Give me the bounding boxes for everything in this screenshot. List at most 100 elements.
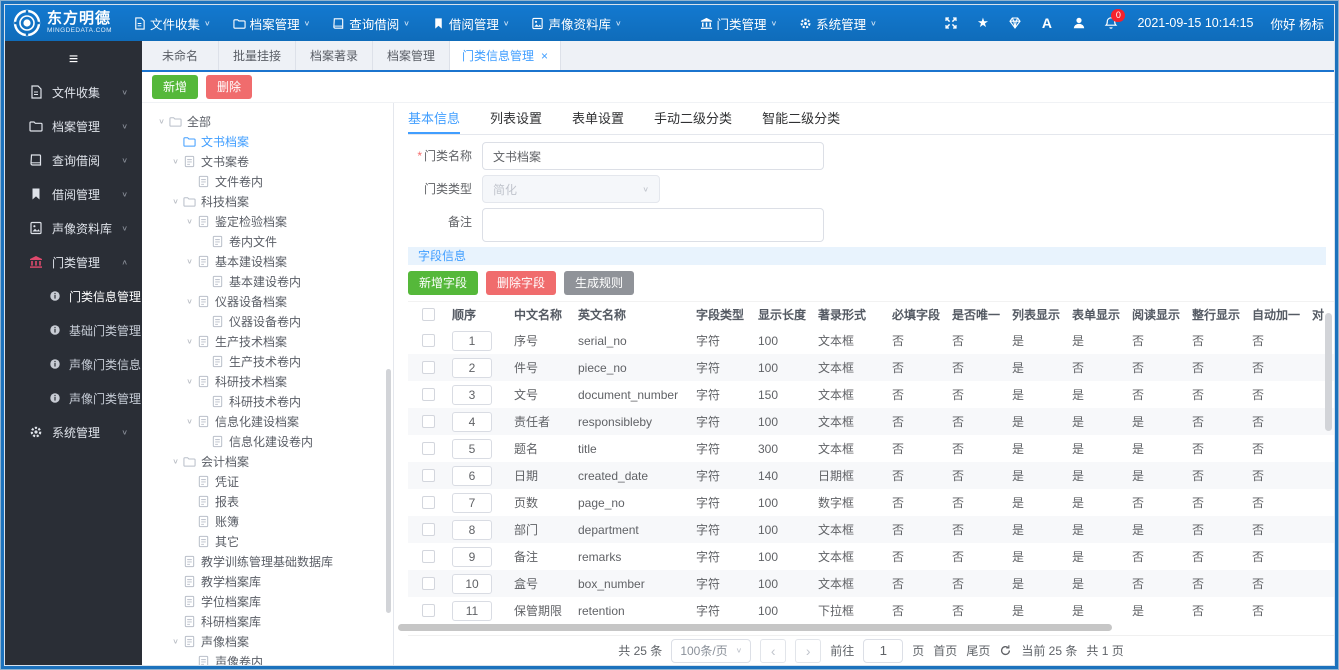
expand-arrow-icon[interactable]: ∨ — [182, 417, 197, 426]
tree-node[interactable]: 声像卷内 — [142, 651, 393, 665]
expand-arrow-icon[interactable]: ∨ — [182, 257, 197, 266]
remark-textarea[interactable] — [482, 208, 824, 242]
tab-manual-subclass[interactable]: 手动二级分类 — [654, 103, 732, 134]
order-input[interactable] — [452, 438, 492, 459]
tab-list-settings[interactable]: 列表设置 — [490, 103, 542, 134]
row-checkbox[interactable] — [421, 415, 435, 428]
page-number-input[interactable] — [863, 638, 904, 663]
sidebar-subitem-category-info[interactable]: 门类信息管理 — [5, 279, 142, 313]
row-checkbox[interactable] — [421, 361, 435, 374]
topnav-query-borrow[interactable]: 查询借阅 ∨ — [332, 14, 410, 33]
sidebar-subitem-base-category[interactable]: 基础门类管理 — [5, 313, 142, 347]
fullscreen-icon[interactable] — [943, 16, 958, 31]
tree-node[interactable]: 卷内文件 — [142, 231, 393, 251]
expand-arrow-icon[interactable]: ∨ — [182, 377, 197, 386]
tab-form-settings[interactable]: 表单设置 — [572, 103, 624, 134]
tree-node[interactable]: 其它 — [142, 531, 393, 551]
expand-arrow-icon[interactable]: ∨ — [168, 197, 183, 206]
topnav-file-collect[interactable]: 文件收集 ∨ — [133, 14, 211, 33]
tab-archive-entry[interactable]: 档案著录 — [296, 41, 373, 70]
sidebar-item-borrow-manage[interactable]: 借阅管理 ∨ — [5, 177, 142, 211]
table-vertical-scrollbar[interactable] — [1325, 313, 1332, 431]
tree-node[interactable]: 文书档案 — [142, 131, 393, 151]
topnav-system-manage[interactable]: 系统管理 ∨ — [799, 14, 877, 33]
category-type-select[interactable]: 简化 ∨ — [482, 175, 660, 203]
order-input[interactable] — [452, 492, 492, 513]
order-input[interactable] — [452, 330, 492, 351]
tab-category-info-manage[interactable]: 门类信息管理 × — [450, 41, 562, 70]
row-checkbox[interactable] — [421, 469, 435, 482]
collapse-menu-icon[interactable]: ≡ — [5, 45, 142, 75]
gem-icon[interactable] — [1007, 16, 1022, 31]
order-input[interactable] — [452, 546, 492, 567]
sidebar-item-archive-manage[interactable]: 档案管理 ∨ — [5, 109, 142, 143]
sidebar-subitem-media-category-info[interactable]: 声像门类信息 — [5, 347, 142, 381]
close-icon[interactable]: × — [541, 49, 548, 63]
sidebar-subitem-media-category-manage[interactable]: 声像门类管理 — [5, 381, 142, 415]
select-all-checkbox[interactable] — [421, 308, 435, 321]
tree-node[interactable]: ∨ 全部 — [142, 111, 393, 131]
last-page-link[interactable]: 尾页 — [966, 642, 990, 659]
tree-node[interactable]: 科研技术卷内 — [142, 391, 393, 411]
tab-batch-attach[interactable]: 批量挂接 — [219, 41, 296, 70]
expand-arrow-icon[interactable]: ∨ — [168, 637, 183, 646]
tree-node[interactable]: 教学训练管理基础数据库 — [142, 551, 393, 571]
tree-node[interactable]: ∨ 仪器设备档案 — [142, 291, 393, 311]
order-input[interactable] — [452, 384, 492, 405]
tree-node[interactable]: ∨ 科技档案 — [142, 191, 393, 211]
delete-field-button[interactable]: 删除字段 — [486, 271, 557, 295]
row-checkbox[interactable] — [421, 496, 435, 509]
order-input[interactable] — [452, 600, 492, 621]
order-input[interactable] — [452, 519, 492, 540]
category-name-input[interactable] — [482, 142, 824, 170]
tab-basic-info[interactable]: 基本信息 — [408, 103, 461, 134]
sidebar-item-media-library[interactable]: 声像资料库 ∨ — [5, 211, 142, 245]
order-input[interactable] — [452, 465, 492, 486]
topnav-archive-manage[interactable]: 档案管理 ∨ — [232, 14, 310, 33]
tree-node[interactable]: 信息化建设卷内 — [142, 431, 393, 451]
tree-node[interactable]: 凭证 — [142, 471, 393, 491]
sidebar-item-category-manage[interactable]: 门类管理 ∧ — [5, 245, 142, 279]
tab-archive-manage[interactable]: 档案管理 — [373, 41, 450, 70]
tree-node[interactable]: 教学档案库 — [142, 571, 393, 591]
page-size-select[interactable]: 100条/页 ∨ — [671, 638, 752, 663]
favorite-star-icon[interactable]: ★ — [975, 15, 990, 31]
row-checkbox[interactable] — [421, 577, 435, 590]
table-horizontal-scrollbar[interactable] — [398, 624, 1112, 631]
order-input[interactable] — [452, 573, 492, 594]
row-checkbox[interactable] — [421, 388, 435, 401]
tree-node[interactable]: ∨ 信息化建设档案 — [142, 411, 393, 431]
tree-node[interactable]: ∨ 会计档案 — [142, 451, 393, 471]
expand-arrow-icon[interactable]: ∨ — [168, 457, 183, 466]
expand-arrow-icon[interactable]: ∨ — [168, 157, 183, 166]
tree-node[interactable]: 学位档案库 — [142, 591, 393, 611]
bell-icon[interactable]: 0 — [1103, 8, 1126, 31]
sidebar-item-file-collect[interactable]: 文件收集 ∨ — [5, 75, 142, 109]
expand-arrow-icon[interactable]: ∨ — [154, 117, 169, 126]
tree-node[interactable]: 账簿 — [142, 511, 393, 531]
row-checkbox[interactable] — [421, 604, 435, 617]
tree-node[interactable]: 基本建设卷内 — [142, 271, 393, 291]
tree-node[interactable]: ∨ 基本建设档案 — [142, 251, 393, 271]
expand-arrow-icon[interactable]: ∨ — [182, 337, 197, 346]
row-checkbox[interactable] — [421, 334, 435, 347]
row-checkbox[interactable] — [421, 523, 435, 536]
tree-node[interactable]: ∨ 鉴定检验档案 — [142, 211, 393, 231]
generate-rule-button[interactable]: 生成规则 — [564, 271, 635, 295]
tree-node[interactable]: 文件卷内 — [142, 171, 393, 191]
next-page-button[interactable]: › — [795, 638, 822, 663]
row-checkbox[interactable] — [421, 442, 435, 455]
user-icon[interactable] — [1071, 16, 1086, 31]
order-input[interactable] — [452, 357, 492, 378]
expand-arrow-icon[interactable]: ∨ — [182, 297, 197, 306]
prev-page-button[interactable]: ‹ — [760, 638, 787, 663]
tab-unnamed[interactable]: 未命名 — [142, 41, 219, 70]
tree-node[interactable]: 报表 — [142, 491, 393, 511]
order-input[interactable] — [452, 411, 492, 432]
tree-node[interactable]: 生产技术卷内 — [142, 351, 393, 371]
row-checkbox[interactable] — [421, 550, 435, 563]
tree-node[interactable]: 科研档案库 — [142, 611, 393, 631]
sidebar-item-system-manage[interactable]: 系统管理 ∨ — [5, 415, 142, 449]
topnav-borrow-manage[interactable]: 借阅管理 ∨ — [432, 14, 509, 33]
expand-arrow-icon[interactable]: ∨ — [182, 217, 197, 226]
